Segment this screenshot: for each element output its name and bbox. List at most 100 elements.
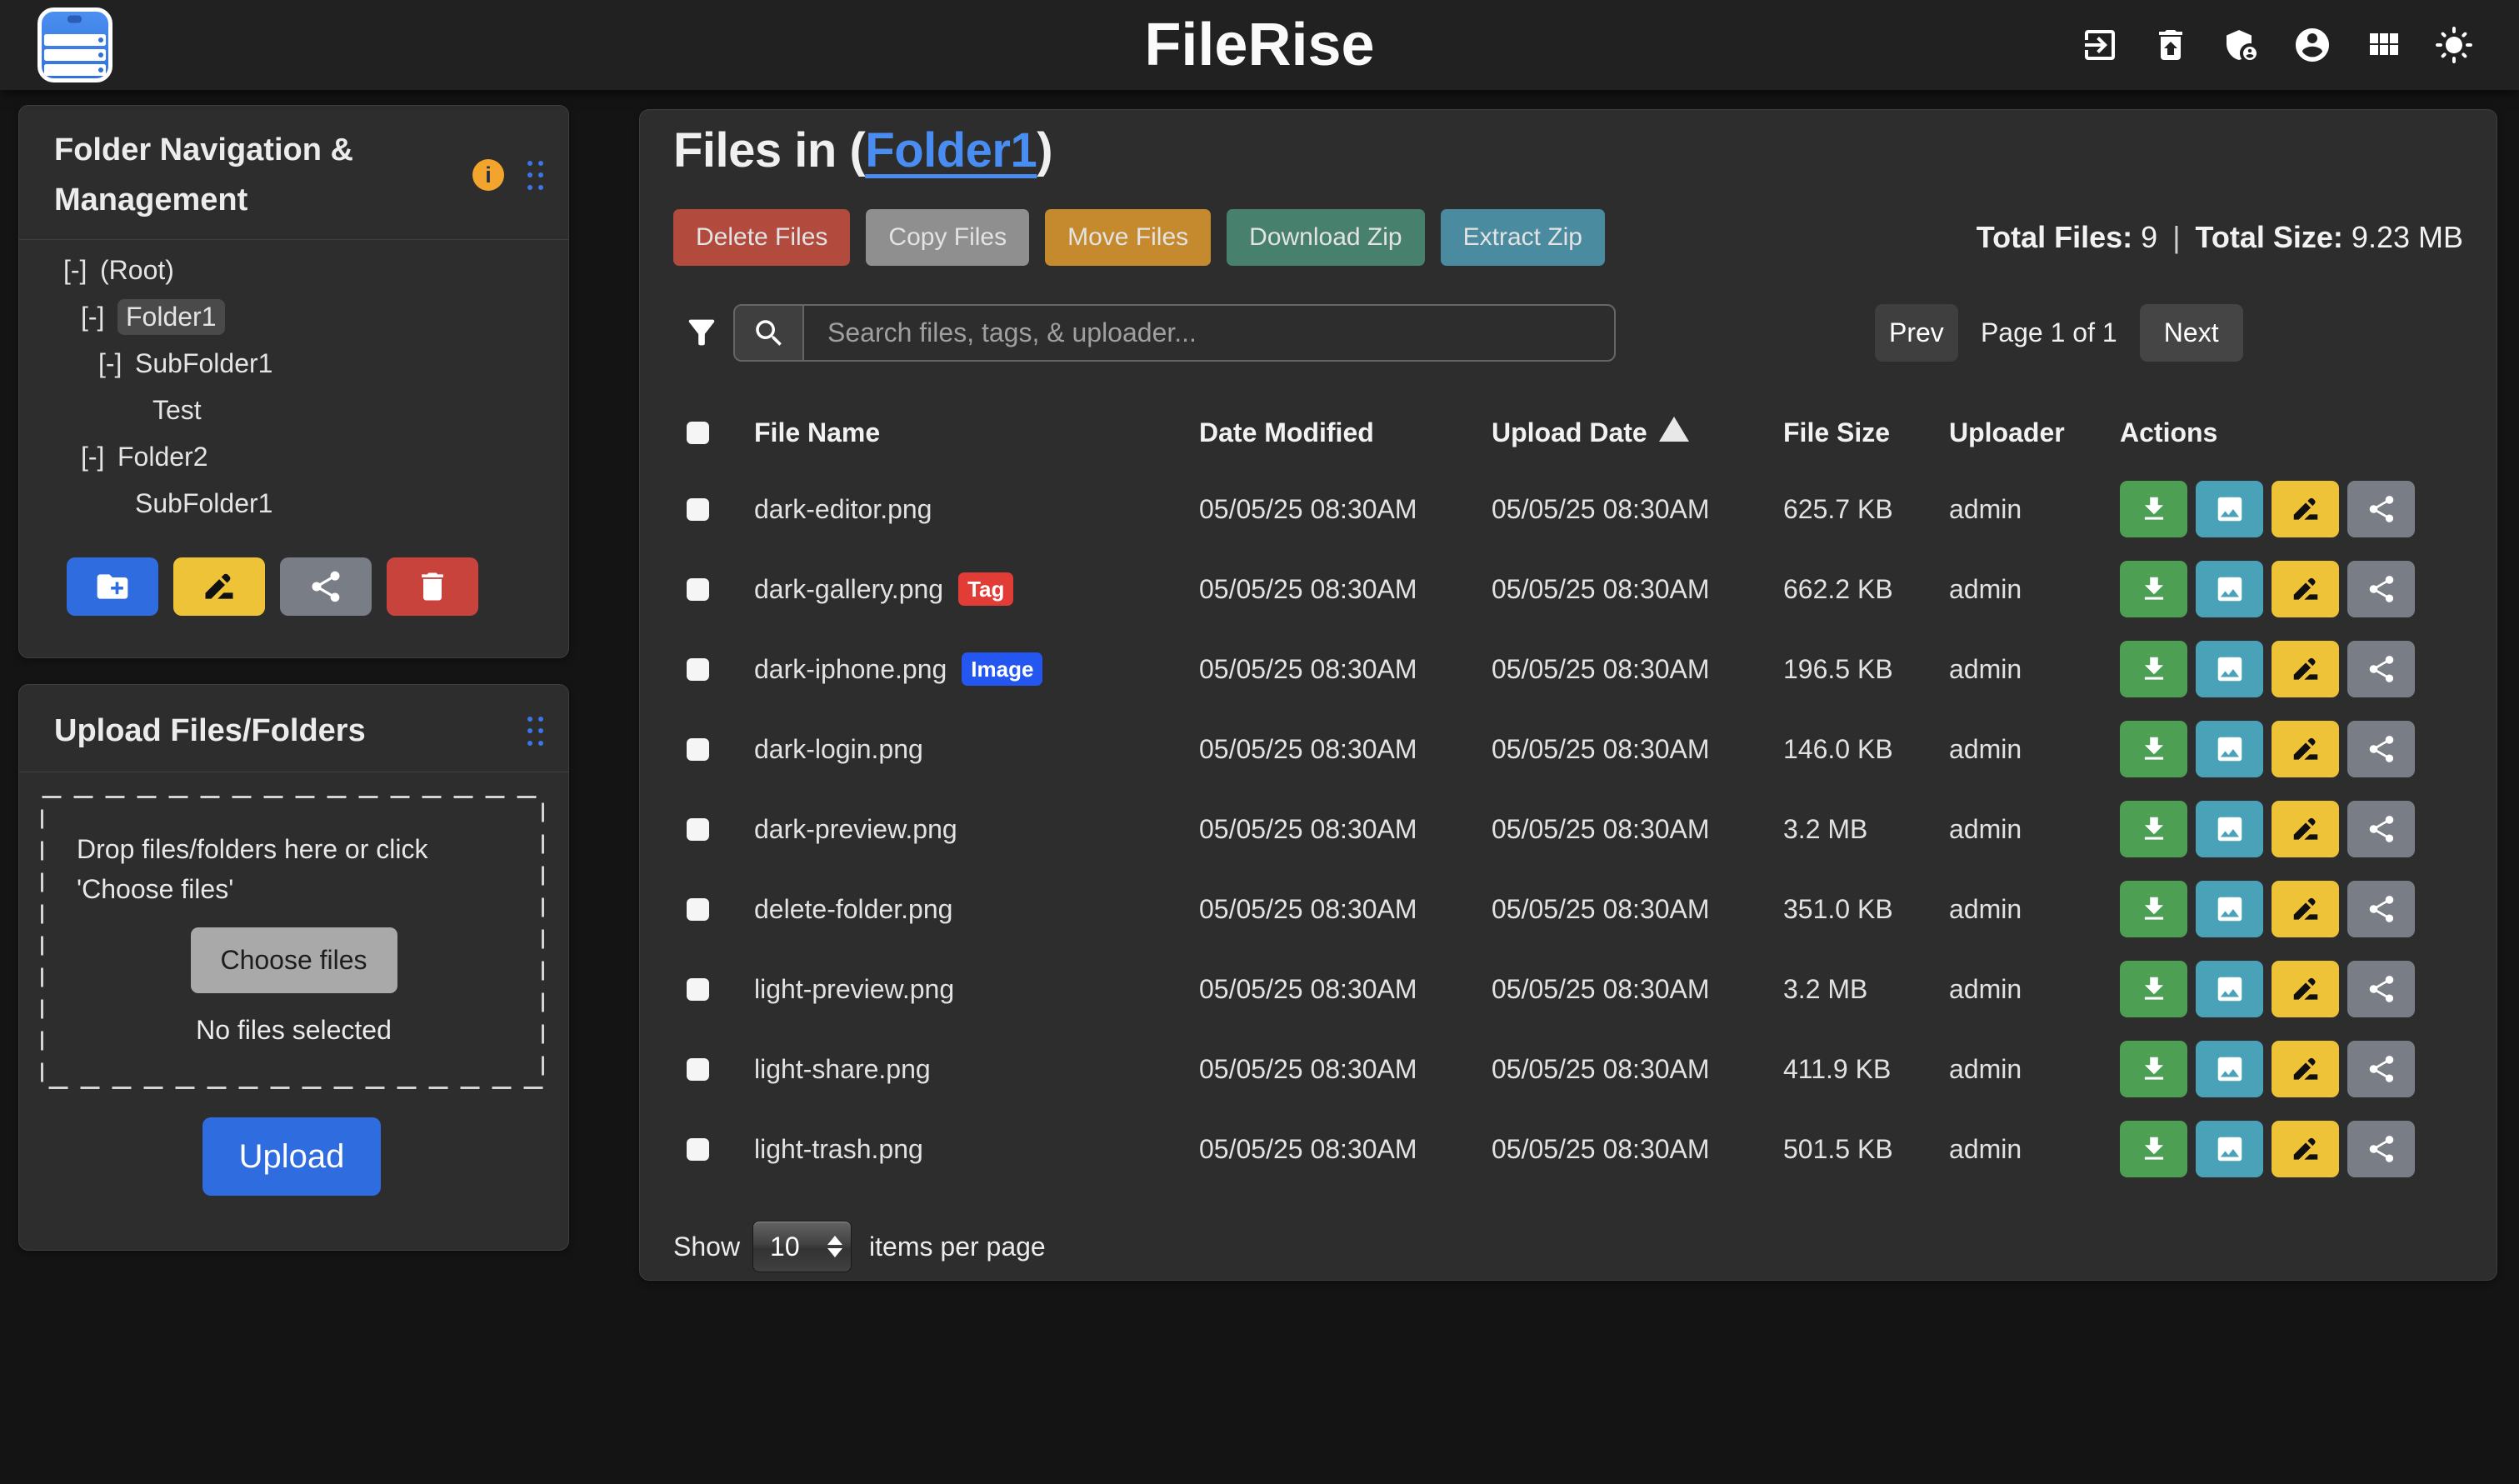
rename-file-button[interactable]: [2272, 801, 2339, 857]
folder-name[interactable]: Test: [152, 395, 202, 426]
upload-button[interactable]: Upload: [202, 1117, 381, 1196]
download-zip-button[interactable]: Download Zip: [1227, 209, 1424, 266]
grid-view-icon[interactable]: [2363, 25, 2403, 65]
column-file-size[interactable]: File Size: [1783, 417, 1949, 448]
rename-file-button[interactable]: [2272, 961, 2339, 1017]
rename-file-button[interactable]: [2272, 881, 2339, 937]
file-name[interactable]: dark-login.png: [754, 734, 923, 765]
share-file-button[interactable]: [2347, 641, 2415, 697]
collapse-toggle[interactable]: [-]: [63, 255, 100, 286]
file-name[interactable]: dark-preview.png: [754, 814, 957, 845]
current-folder-link[interactable]: Folder1: [865, 123, 1037, 177]
preview-image-button[interactable]: [2196, 641, 2263, 697]
prev-page-button[interactable]: Prev: [1875, 304, 1958, 362]
delete-files-button[interactable]: Delete Files: [673, 209, 850, 266]
drag-handle-icon[interactable]: [527, 717, 543, 746]
file-name[interactable]: dark-editor.png: [754, 494, 932, 525]
checkbox-cell: [673, 498, 754, 521]
download-file-button[interactable]: [2120, 481, 2187, 537]
share-file-button[interactable]: [2347, 961, 2415, 1017]
file-name[interactable]: light-preview.png: [754, 974, 954, 1005]
download-file-button[interactable]: [2120, 721, 2187, 777]
delete-folder-button[interactable]: [387, 557, 478, 616]
rename-folder-button[interactable]: [173, 557, 265, 616]
rename-file-button[interactable]: [2272, 721, 2339, 777]
account-circle-icon[interactable]: [2292, 25, 2332, 65]
row-checkbox[interactable]: [687, 898, 709, 921]
row-checkbox[interactable]: [687, 1058, 709, 1081]
share-file-button[interactable]: [2347, 561, 2415, 617]
folder-name[interactable]: (Root): [100, 255, 174, 286]
row-checkbox[interactable]: [687, 578, 709, 601]
download-file-button[interactable]: [2120, 961, 2187, 1017]
info-icon[interactable]: i: [472, 159, 504, 191]
copy-files-button[interactable]: Copy Files: [866, 209, 1029, 266]
column-date-modified[interactable]: Date Modified: [1199, 417, 1492, 448]
drag-handle-icon[interactable]: [527, 161, 543, 190]
select-all-checkbox[interactable]: [687, 422, 709, 444]
row-checkbox[interactable]: [687, 978, 709, 1001]
row-checkbox[interactable]: [687, 818, 709, 841]
extract-zip-button[interactable]: Extract Zip: [1441, 209, 1605, 266]
download-file-button[interactable]: [2120, 1121, 2187, 1177]
choose-files-button[interactable]: Choose files: [191, 927, 397, 993]
preview-image-button[interactable]: [2196, 1041, 2263, 1097]
light-mode-icon[interactable]: [2434, 25, 2474, 65]
row-checkbox[interactable]: [687, 498, 709, 521]
download-file-button[interactable]: [2120, 881, 2187, 937]
date-modified-cell: 05/05/25 08:30AM: [1199, 814, 1492, 845]
preview-image-button[interactable]: [2196, 561, 2263, 617]
preview-image-button[interactable]: [2196, 721, 2263, 777]
share-folder-button[interactable]: [280, 557, 372, 616]
folder-name[interactable]: Folder2: [117, 442, 208, 472]
column-file-name[interactable]: File Name: [754, 417, 1199, 448]
preview-image-button[interactable]: [2196, 801, 2263, 857]
download-file-button[interactable]: [2120, 641, 2187, 697]
share-file-button[interactable]: [2347, 801, 2415, 857]
dropzone[interactable]: Drop files/folders here or click 'Choose…: [41, 796, 544, 1089]
folder-name[interactable]: SubFolder1: [135, 348, 272, 379]
share-file-button[interactable]: [2347, 1121, 2415, 1177]
preview-image-button[interactable]: [2196, 881, 2263, 937]
column-upload-date[interactable]: Upload Date: [1492, 417, 1783, 448]
folder-name[interactable]: Folder1: [117, 299, 225, 335]
file-name[interactable]: dark-iphone.png: [754, 654, 947, 685]
rename-file-button[interactable]: [2272, 641, 2339, 697]
collapse-toggle[interactable]: [-]: [98, 348, 135, 379]
search-input[interactable]: [804, 306, 1614, 360]
move-files-button[interactable]: Move Files: [1045, 209, 1211, 266]
preview-image-button[interactable]: [2196, 481, 2263, 537]
file-name[interactable]: light-trash.png: [754, 1134, 923, 1165]
column-uploader[interactable]: Uploader: [1949, 417, 2120, 448]
share-file-button[interactable]: [2347, 721, 2415, 777]
admin-panel-settings-icon[interactable]: [2222, 25, 2262, 65]
share-file-button[interactable]: [2347, 1041, 2415, 1097]
items-per-page-select[interactable]: 10: [752, 1221, 852, 1272]
next-page-button[interactable]: Next: [2140, 304, 2243, 362]
folder-name[interactable]: SubFolder1: [135, 488, 272, 519]
restore-from-trash-icon[interactable]: [2151, 25, 2191, 65]
preview-image-button[interactable]: [2196, 961, 2263, 1017]
download-file-button[interactable]: [2120, 801, 2187, 857]
uploader-cell: admin: [1949, 494, 2120, 525]
rename-file-button[interactable]: [2272, 561, 2339, 617]
file-name[interactable]: delete-folder.png: [754, 894, 952, 925]
file-name[interactable]: dark-gallery.png: [754, 574, 943, 605]
row-checkbox[interactable]: [687, 738, 709, 761]
collapse-toggle[interactable]: [-]: [81, 442, 117, 472]
row-checkbox[interactable]: [687, 1138, 709, 1161]
create-folder-button[interactable]: [67, 557, 158, 616]
share-file-button[interactable]: [2347, 481, 2415, 537]
exit-to-app-icon[interactable]: [2080, 25, 2120, 65]
filter-icon[interactable]: [682, 313, 721, 352]
rename-file-button[interactable]: [2272, 1041, 2339, 1097]
download-file-button[interactable]: [2120, 1041, 2187, 1097]
download-file-button[interactable]: [2120, 561, 2187, 617]
rename-file-button[interactable]: [2272, 1121, 2339, 1177]
row-checkbox[interactable]: [687, 658, 709, 681]
preview-image-button[interactable]: [2196, 1121, 2263, 1177]
file-name[interactable]: light-share.png: [754, 1054, 931, 1085]
collapse-toggle[interactable]: [-]: [81, 302, 117, 332]
rename-file-button[interactable]: [2272, 481, 2339, 537]
share-file-button[interactable]: [2347, 881, 2415, 937]
